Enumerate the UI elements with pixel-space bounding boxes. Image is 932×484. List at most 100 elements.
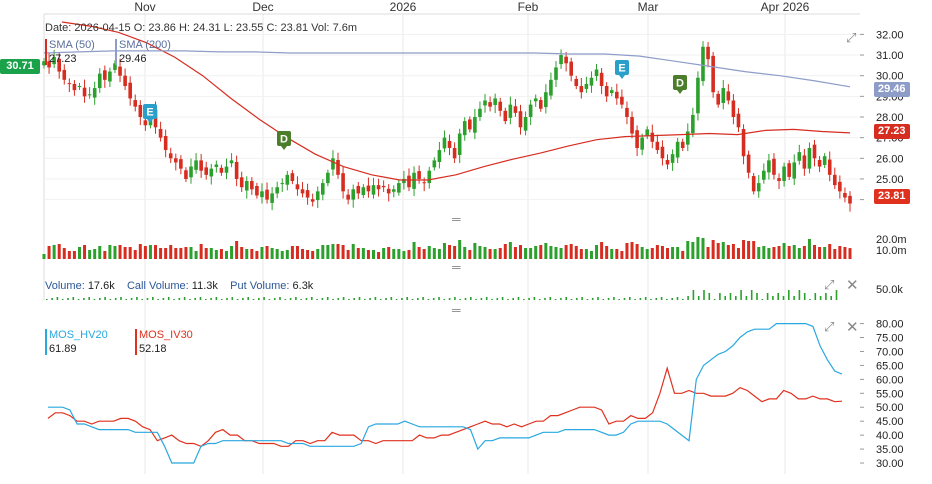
option-volume-bar — [432, 298, 435, 300]
option-volume-bar — [750, 290, 753, 300]
iv30-value: 52.18 — [139, 343, 167, 355]
iv30-legend[interactable]: MOS_IV30 52.18 — [135, 328, 193, 356]
close-icon[interactable]: ✕ — [846, 318, 859, 336]
candle-body — [488, 102, 492, 107]
candle-body — [270, 193, 274, 203]
candle-body — [87, 94, 92, 96]
candle-body — [219, 167, 224, 173]
candle-body — [371, 185, 376, 195]
option-volume-bar — [819, 296, 822, 300]
drag-handle-icon[interactable]: ═ — [452, 212, 461, 226]
expand-icon[interactable]: ⤢ — [824, 277, 834, 293]
candle-body — [158, 128, 163, 138]
volume-bar — [346, 250, 350, 259]
option-volume-bar — [215, 297, 218, 300]
option-volume-bar — [729, 293, 732, 300]
volume-bar — [584, 249, 588, 259]
volume-bar — [316, 249, 320, 259]
option-volume-bar — [120, 297, 122, 300]
option-volume-bar — [46, 299, 48, 300]
option-volume-bar — [247, 297, 249, 300]
volume-bar — [554, 247, 558, 259]
hv20-value: 61.89 — [49, 343, 77, 355]
volume-bar — [103, 251, 107, 259]
date-label: Date: — [45, 22, 72, 34]
option-volume-bar — [459, 299, 461, 300]
option-volume-bar — [104, 297, 106, 300]
drag-handle-icon[interactable]: ═ — [452, 260, 461, 274]
option-volume-bar — [411, 299, 414, 300]
volume-bar — [625, 243, 629, 259]
ohlc-readout: Date: 2026-04-15 O: 23.86 H: 24.31 L: 23… — [45, 22, 357, 34]
iv-y-tick-label: 65.00 — [876, 360, 904, 372]
volume-bar — [610, 249, 614, 259]
volume-bar — [118, 245, 122, 259]
volume-bar — [285, 250, 289, 259]
candle-body — [797, 152, 802, 161]
put-volume-label: Put Volume: — [230, 280, 290, 292]
candle-body — [336, 159, 340, 175]
option-volume-bar — [687, 296, 689, 300]
volume-bar — [321, 245, 325, 259]
option-volume-bar — [639, 298, 642, 300]
iv30-line — [47, 366, 843, 447]
option-volume-bar — [348, 299, 350, 300]
option-volume-bar — [220, 299, 223, 300]
sma50-legend[interactable]: SMA (50) 27.23 — [45, 38, 95, 66]
close-icon[interactable]: ✕ — [846, 276, 859, 294]
volume-bar — [473, 243, 477, 259]
volume-bar — [529, 248, 533, 259]
high-value: 24.31 — [193, 22, 221, 34]
volume-bar — [138, 244, 142, 259]
candle-body — [691, 114, 695, 134]
expand-icon[interactable]: ⤢ — [846, 30, 856, 46]
volume-bar — [767, 248, 771, 259]
candle-body — [533, 98, 538, 102]
candle-body — [326, 172, 330, 184]
option-volume-bar — [385, 298, 387, 300]
volume-bar — [88, 250, 92, 259]
hv20-legend[interactable]: MOS_HV20 61.89 — [45, 328, 108, 356]
open-label: O: — [133, 22, 146, 34]
volume-bar — [377, 252, 381, 259]
candle-body — [812, 144, 817, 159]
sma200-legend[interactable]: SMA (200) 29.46 — [115, 38, 171, 66]
volume-bar — [503, 244, 507, 259]
candle-body — [331, 158, 335, 170]
candle-body — [97, 73, 102, 89]
volume-bar — [493, 249, 497, 259]
candle-body — [498, 101, 503, 111]
option-volume-bar — [735, 296, 737, 300]
candle-body — [787, 163, 791, 177]
volume-bar — [235, 241, 239, 259]
volume-bar — [559, 248, 563, 259]
candle-body — [376, 185, 381, 190]
volume-bar — [154, 245, 158, 259]
volume-bar — [701, 238, 705, 259]
option-volume-bar — [533, 297, 536, 300]
x-tick-label: Feb — [518, 0, 539, 14]
option-volume-bar — [607, 298, 610, 300]
expand-icon[interactable]: ⤢ — [824, 319, 834, 335]
option-volume-bar — [326, 297, 329, 300]
option-volume-bar — [141, 299, 143, 300]
option-volume-bar — [756, 293, 758, 300]
close-label: C: — [266, 22, 278, 34]
drag-handle-icon[interactable]: ═ — [452, 303, 461, 317]
candle-body — [716, 93, 721, 105]
volume-bar — [534, 246, 538, 259]
volume-bar — [711, 240, 715, 259]
option-volume-bar — [401, 298, 403, 300]
candle-body — [310, 199, 315, 202]
sma200-name: SMA (200) — [119, 39, 171, 51]
volume-bar — [686, 241, 690, 259]
dividend-marker-pointer — [677, 90, 683, 94]
option-volume-bar — [798, 290, 801, 300]
candle-body — [285, 174, 290, 185]
option-volume-bar — [448, 298, 451, 300]
candle-body — [234, 162, 239, 179]
candle-body — [432, 160, 437, 168]
candle-body — [493, 98, 497, 106]
volume-bar — [706, 247, 710, 259]
option-volume-bar — [273, 298, 276, 300]
